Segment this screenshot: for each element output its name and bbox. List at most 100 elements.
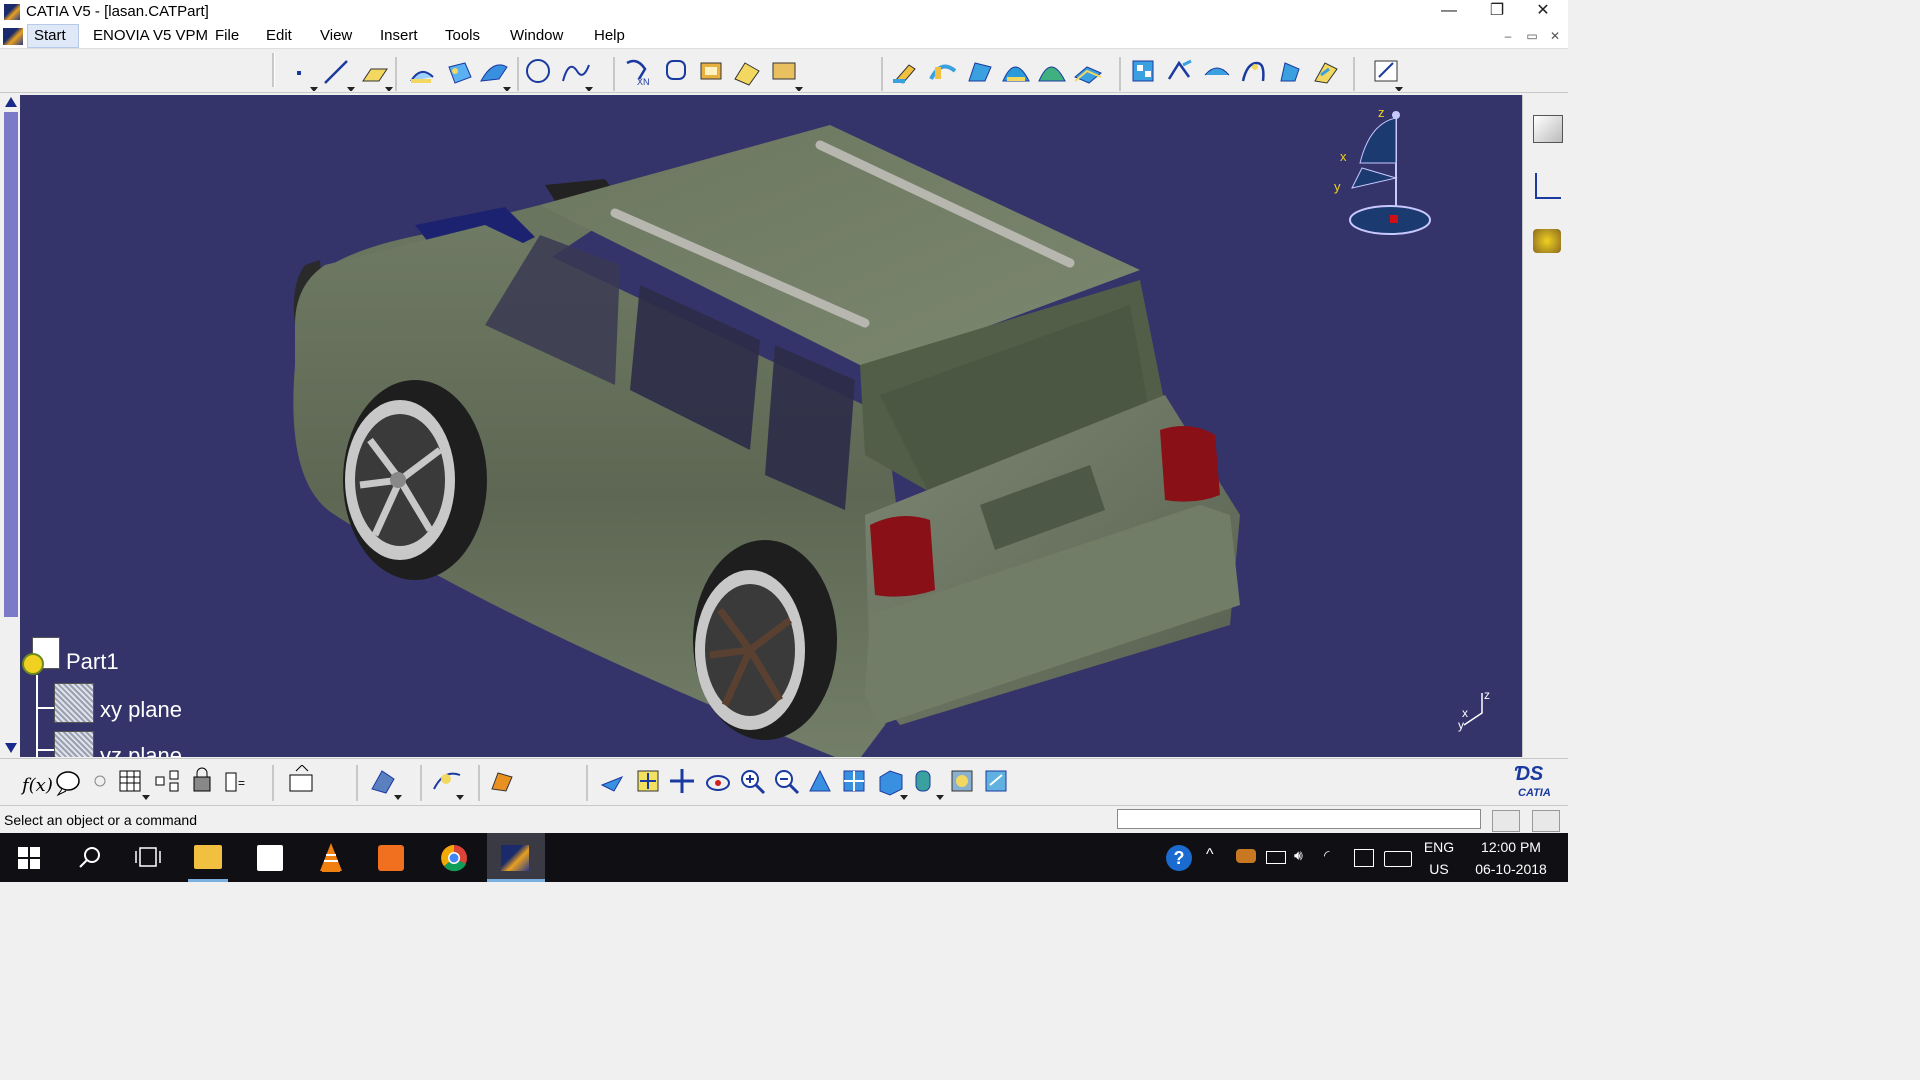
store-icon[interactable] xyxy=(257,845,283,871)
doc-close-button[interactable]: ✕ xyxy=(1545,28,1565,44)
menu-enovia[interactable]: ENOVIA V5 VPM xyxy=(93,27,208,44)
extrude-surface-icon[interactable] xyxy=(410,70,434,83)
thickness-icon[interactable] xyxy=(1074,66,1102,84)
render-style-icon[interactable] xyxy=(1533,115,1563,143)
task-view-icon[interactable] xyxy=(134,845,162,869)
render-style-icon[interactable] xyxy=(985,770,1007,792)
loft-icon[interactable] xyxy=(1002,66,1030,82)
join-icon[interactable] xyxy=(700,62,722,80)
volume-icon[interactable]: 🔊︎ xyxy=(1294,847,1303,864)
hide-show-icon[interactable] xyxy=(915,770,944,800)
clock-date[interactable]: 06-10-2018 xyxy=(1466,861,1556,877)
zoom-in-icon[interactable] xyxy=(741,770,766,795)
doc-restore-button[interactable]: ▭ xyxy=(1522,28,1542,44)
plane-icon[interactable] xyxy=(54,683,94,723)
command-input[interactable] xyxy=(1117,809,1481,829)
menu-help[interactable]: Help xyxy=(594,27,625,44)
rotate-icon[interactable] xyxy=(706,775,730,791)
catia-taskbar-item[interactable] xyxy=(487,833,545,882)
help-icon[interactable]: ? xyxy=(1166,845,1192,871)
clock-time[interactable]: 12:00 PM xyxy=(1466,839,1556,855)
graph-icon[interactable] xyxy=(1535,173,1561,199)
normal-view-icon[interactable] xyxy=(809,769,831,792)
catia-app-icon[interactable] xyxy=(4,4,20,20)
search-icon[interactable] xyxy=(78,845,102,869)
media-player-icon[interactable] xyxy=(378,845,404,871)
analysis-icon[interactable] xyxy=(433,772,464,800)
compass-widget[interactable]: z x y xyxy=(1330,103,1440,243)
wifi-icon[interactable]: ◜ xyxy=(1324,847,1329,864)
measure-icon[interactable] xyxy=(371,770,402,800)
plane-icon[interactable] xyxy=(54,731,94,757)
lighting-icon[interactable] xyxy=(1533,229,1561,253)
scroll-thumb[interactable] xyxy=(4,112,18,617)
shaft-icon[interactable] xyxy=(929,64,957,80)
pad-icon[interactable] xyxy=(893,64,916,84)
zoom-out-icon[interactable] xyxy=(775,770,800,795)
command-history-button[interactable] xyxy=(1492,810,1520,832)
tree-root-part1[interactable]: Part1 xyxy=(66,649,119,675)
minimize-button[interactable]: — xyxy=(1426,0,1472,24)
line-icon[interactable] xyxy=(324,60,355,91)
multi-view-icon[interactable] xyxy=(843,770,865,792)
thick-surface-icon[interactable] xyxy=(1314,62,1338,84)
fly-icon[interactable] xyxy=(600,776,624,792)
catia-doc-icon[interactable] xyxy=(3,28,23,45)
lock-icon[interactable] xyxy=(193,767,211,792)
menu-insert[interactable]: Insert xyxy=(380,27,418,44)
relations-icon[interactable] xyxy=(155,770,179,792)
curve-connect-icon[interactable] xyxy=(666,60,686,80)
restore-button[interactable]: ❐ xyxy=(1474,0,1520,24)
circle-icon[interactable] xyxy=(526,59,550,83)
menu-view[interactable]: View xyxy=(320,27,352,44)
battery-icon[interactable] xyxy=(1266,851,1286,864)
menu-start[interactable]: Start xyxy=(34,27,66,44)
iso-view-icon[interactable] xyxy=(879,770,908,800)
revolve-surface-icon[interactable] xyxy=(448,62,472,84)
scroll-down-icon[interactable] xyxy=(5,743,17,753)
table-icon[interactable] xyxy=(119,770,150,800)
knowledge-icon[interactable] xyxy=(94,775,106,787)
language-top[interactable]: ENG xyxy=(1422,839,1456,855)
scroll-up-icon[interactable] xyxy=(5,97,17,107)
point-icon[interactable] xyxy=(297,71,318,91)
tray-overflow-icon[interactable]: ^ xyxy=(1206,846,1214,864)
file-explorer-icon[interactable] xyxy=(194,845,222,869)
plane-icon[interactable] xyxy=(362,68,393,91)
apply-material-icon[interactable] xyxy=(491,772,513,792)
parameters-icon[interactable]: = xyxy=(225,772,245,792)
pan-icon[interactable] xyxy=(670,769,694,793)
swap-space-icon[interactable] xyxy=(951,770,973,792)
keyboard-icon[interactable] xyxy=(1384,851,1412,867)
draft-icon[interactable] xyxy=(1204,67,1230,76)
menu-tools[interactable]: Tools xyxy=(445,27,480,44)
transform-icon[interactable]: XN xyxy=(626,59,650,87)
tray-app-icon[interactable] xyxy=(1236,849,1256,863)
sketcher-icon[interactable] xyxy=(1374,60,1403,91)
notification-icon[interactable] xyxy=(1354,849,1374,867)
formula-icon[interactable]: f(x) xyxy=(20,775,53,796)
shell-icon[interactable] xyxy=(1241,61,1265,82)
command-clear-button[interactable] xyxy=(1532,810,1560,832)
menu-edit[interactable]: Edit xyxy=(266,27,292,44)
menu-file[interactable]: File xyxy=(215,27,239,44)
split-icon[interactable] xyxy=(1280,62,1300,82)
tree-item-yz-plane[interactable]: yz plane xyxy=(100,743,182,757)
doc-minimize-button[interactable]: – xyxy=(1498,28,1518,44)
extract-icon[interactable] xyxy=(772,62,803,91)
menu-window[interactable]: Window xyxy=(510,27,563,44)
chamfer-icon[interactable] xyxy=(1167,59,1192,80)
fit-all-icon[interactable] xyxy=(637,770,659,792)
rib-icon[interactable] xyxy=(968,62,992,82)
sweep-icon[interactable] xyxy=(480,64,511,91)
healing-icon[interactable] xyxy=(734,62,760,86)
3d-viewport[interactable]: z x y z x y Part1 xy plane yz plane xyxy=(20,95,1522,757)
spline-icon[interactable] xyxy=(562,64,593,91)
windows-start-icon[interactable] xyxy=(18,847,40,869)
close-button[interactable]: ✕ xyxy=(1520,0,1566,24)
pocket-icon[interactable] xyxy=(1038,66,1066,82)
vlc-icon[interactable] xyxy=(318,843,344,873)
tree-item-xy-plane[interactable]: xy plane xyxy=(100,697,182,723)
language-bottom[interactable]: US xyxy=(1422,861,1456,877)
fillet-icon[interactable] xyxy=(1132,60,1154,82)
